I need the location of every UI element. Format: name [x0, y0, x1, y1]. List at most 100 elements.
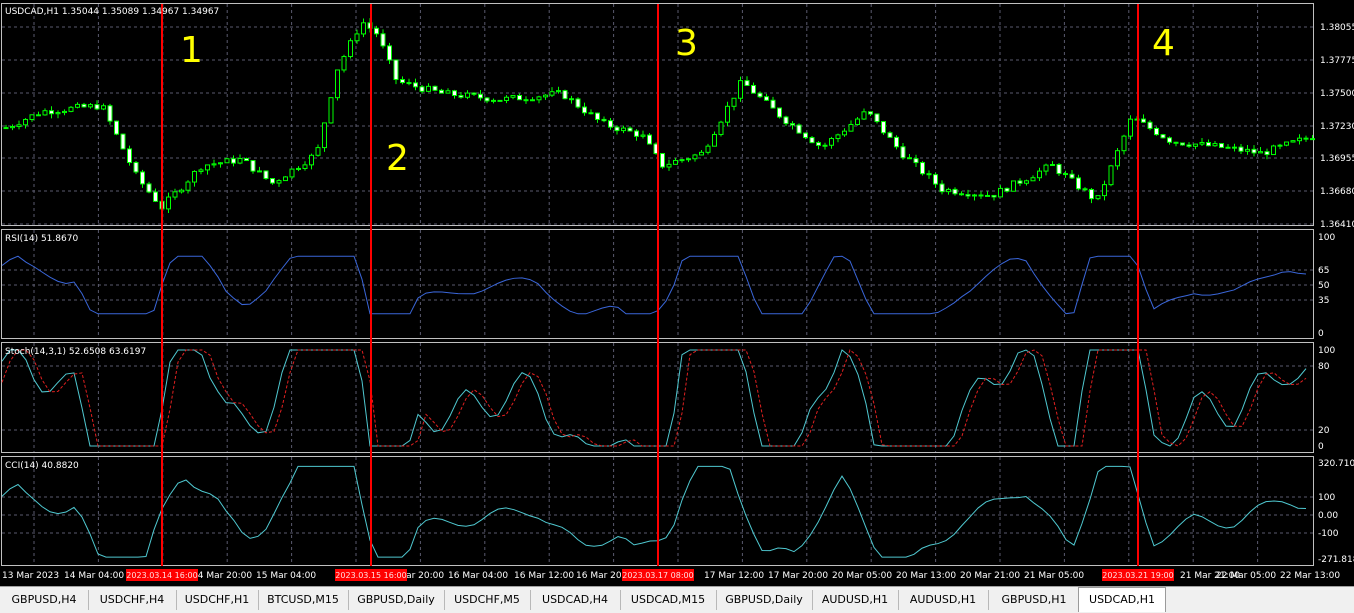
candle-body	[400, 79, 405, 84]
candle-body	[601, 118, 607, 122]
candle-body	[1297, 137, 1302, 142]
candle-body	[829, 138, 834, 146]
price-header: USDCAD,H1 1.35044 1.35089 1.34967 1.3496…	[5, 7, 219, 17]
candle-body	[686, 158, 691, 161]
candle-body	[816, 142, 821, 146]
candle-body	[426, 85, 431, 92]
candle-body	[1069, 173, 1075, 179]
candle-body	[335, 69, 340, 99]
candle-body	[439, 89, 444, 94]
candle-body	[699, 151, 704, 156]
candle-body	[1017, 180, 1023, 184]
candle-body	[205, 164, 210, 171]
rsi-line	[1, 255, 1307, 315]
chart-tab[interactable]: GBPUSD,H1	[990, 590, 1079, 610]
candle-body	[582, 106, 587, 114]
candle-body	[1011, 180, 1016, 192]
rsi-tick: 100	[1318, 233, 1335, 243]
candle-body	[36, 114, 41, 117]
chart-tab[interactable]: GBPUSD,H4	[0, 590, 89, 610]
candle-body	[523, 99, 529, 102]
candle-body	[1141, 118, 1146, 123]
chart-tab[interactable]: BTCUSD,M15	[258, 590, 349, 610]
candle-body	[842, 130, 847, 136]
candle-body	[530, 99, 535, 102]
chart-tab[interactable]: USDCHF,H4	[88, 590, 177, 610]
price-tick: 1.36955	[1320, 154, 1354, 164]
candle-body	[913, 158, 919, 164]
candle-body	[536, 96, 542, 101]
candle-body	[94, 104, 100, 110]
candle-body	[1264, 151, 1270, 156]
candle-body	[900, 146, 906, 159]
chart-tab[interactable]: USDCHF,M5	[444, 590, 531, 610]
candle-body	[218, 162, 223, 165]
time-label: 21 Mar 05:00	[1024, 571, 1084, 581]
candle-body	[731, 97, 737, 107]
candle-body	[517, 94, 522, 101]
candle-body	[764, 96, 769, 101]
chart-tab[interactable]: USDCAD,H1	[1078, 587, 1166, 612]
rsi-tick: 65	[1318, 266, 1329, 276]
candle-body	[192, 170, 197, 183]
candle-body	[465, 92, 470, 98]
time-label: 17 Mar 12:00	[704, 571, 764, 581]
candle-body	[1245, 148, 1250, 152]
candle-body	[1167, 137, 1172, 143]
candle-body	[1043, 164, 1049, 172]
candle-body	[23, 118, 28, 126]
candle-body	[68, 106, 74, 112]
candle-body	[783, 116, 789, 125]
candle-body	[146, 183, 152, 193]
candle-body	[172, 191, 178, 198]
chart-tab[interactable]: USDCAD,M15	[620, 590, 717, 610]
candle-body	[1030, 177, 1036, 182]
candle-body	[231, 158, 236, 164]
candle-body	[432, 85, 438, 91]
chart-area[interactable]: 1 2 3 4 USDCAD,H1 1.35044 1.35089 1.34967 1.…	[0, 0, 1354, 586]
price-tick: 1.38055	[1320, 23, 1354, 33]
candle-body	[1199, 142, 1205, 145]
candle-body	[510, 94, 516, 98]
candle-body	[114, 120, 119, 135]
candle-body	[1186, 144, 1192, 147]
candle-body	[751, 84, 756, 94]
candle-body	[933, 174, 938, 185]
annotation-label: 4	[1152, 23, 1175, 64]
candle-body	[666, 163, 672, 168]
candle-body	[179, 189, 184, 193]
candle-body	[855, 118, 860, 125]
candle-body	[595, 112, 600, 120]
candle-body	[413, 82, 418, 88]
candle-body	[10, 126, 15, 129]
candle-body	[1277, 144, 1283, 147]
chart-tab[interactable]: AUDUSD,H1	[898, 590, 989, 610]
candle-body	[75, 103, 80, 108]
candle-body	[1121, 135, 1127, 152]
chart-tab[interactable]: AUDUSD,H1	[812, 590, 899, 610]
candle-body	[107, 105, 113, 122]
candle-body	[985, 194, 990, 197]
candle-body	[562, 90, 568, 100]
candle-body	[1128, 118, 1133, 137]
candle-body	[1076, 177, 1081, 190]
candle-body	[1173, 141, 1179, 144]
chart-tab[interactable]: GBPUSD,Daily	[716, 590, 813, 610]
candle-body	[263, 170, 269, 180]
annotation-label: 1	[180, 30, 203, 71]
candle-body	[419, 86, 425, 92]
chart-tab[interactable]: USDCHF,H1	[176, 590, 259, 610]
candle-body	[62, 110, 67, 114]
candle-body	[16, 124, 22, 128]
candle-body	[237, 157, 243, 164]
candle-body	[1004, 187, 1010, 192]
candle-body	[374, 27, 379, 35]
chart-tab[interactable]: GBPUSD,Daily	[348, 590, 445, 610]
candle-body	[322, 122, 327, 149]
candle-body	[972, 194, 977, 197]
rsi-tick: 50	[1318, 281, 1330, 291]
candle-body	[244, 157, 249, 162]
candle-body	[393, 59, 399, 81]
candle-body	[1089, 189, 1094, 200]
chart-tab[interactable]: USDCAD,H4	[530, 590, 621, 610]
